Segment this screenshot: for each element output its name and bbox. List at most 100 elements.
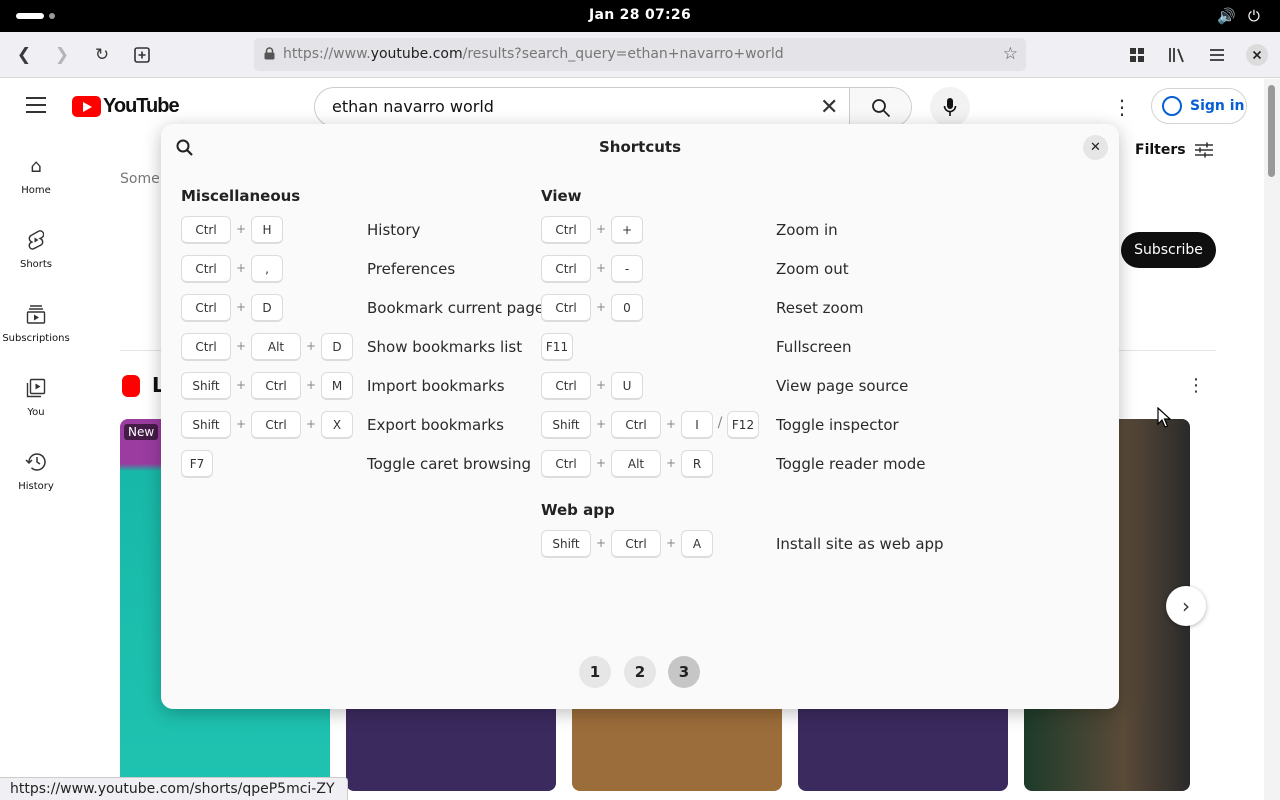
account-icon	[1162, 96, 1182, 116]
shortcut-description: Zoom in	[776, 221, 838, 239]
clear-search-icon[interactable]: ✕	[820, 95, 838, 120]
page-button-1[interactable]: 1	[579, 656, 611, 688]
reload-button[interactable]: ↻	[88, 41, 116, 69]
key-plus-separator: +	[236, 222, 247, 236]
guide-sidebar: ⌂ Home Shorts Subscriptions You History	[0, 149, 72, 519]
key-plus-separator: +	[236, 339, 247, 353]
history-icon	[25, 451, 47, 473]
shortcut-description: View page source	[776, 377, 909, 395]
power-icon[interactable]: ⏻	[1248, 7, 1260, 25]
youtube-search-box[interactable]: ethan navarro world ✕	[314, 87, 912, 127]
system-top-bar: Jan 28 07:26 🔊 ⏻	[0, 0, 1280, 32]
shortcut-description: Reset zoom	[776, 299, 864, 317]
keycap: Ctrl	[251, 372, 301, 400]
guide-item-home[interactable]: ⌂ Home	[0, 149, 72, 223]
shelf-kebab-icon[interactable]: ⋮	[1187, 375, 1205, 396]
key-plus-separator: +	[666, 456, 677, 470]
keycap: U	[611, 372, 643, 400]
shortcut-row: Ctrl + + Zoom in	[541, 216, 1036, 244]
guide-menu-icon[interactable]	[26, 97, 46, 118]
microphone-icon	[943, 98, 957, 116]
keycap: Alt	[251, 333, 301, 361]
keycap: Shift	[181, 372, 231, 400]
section-heading-misc: Miscellaneous	[181, 187, 301, 205]
short-thumbnail[interactable]	[798, 699, 1008, 791]
page-button-3[interactable]: 3	[668, 656, 700, 688]
guide-item-history[interactable]: History	[0, 445, 72, 519]
sign-in-button[interactable]: Sign in	[1151, 88, 1247, 124]
keycap: Ctrl	[541, 294, 591, 322]
keycap: A	[681, 530, 713, 558]
settings-kebab-icon[interactable]: ⋮	[1112, 97, 1132, 117]
guide-item-subscriptions[interactable]: Subscriptions	[0, 297, 72, 371]
shortcuts-dialog: Shortcuts ✕ Miscellaneous View Web app C…	[161, 124, 1119, 709]
keycap: Ctrl	[181, 216, 231, 244]
lock-icon	[264, 47, 275, 60]
filters-button[interactable]: Filters	[1135, 141, 1214, 159]
shortcut-row: Ctrl + U View page source	[541, 372, 1036, 400]
keycap: D	[251, 294, 283, 322]
keycap: R	[681, 450, 713, 478]
keycap: Alt	[611, 450, 661, 478]
youtube-logo[interactable]: YouTube	[72, 95, 180, 118]
keycap: M	[321, 372, 353, 400]
menu-icon[interactable]	[1203, 41, 1231, 69]
keycap: Shift	[541, 411, 591, 439]
filters-icon	[1194, 142, 1213, 158]
address-bar[interactable]: https://www.youtube.com/results?search_q…	[254, 38, 1026, 71]
youtube-search-button[interactable]	[849, 88, 911, 126]
key-plus-separator: +	[306, 378, 317, 392]
search-icon	[871, 99, 890, 118]
key-plus-separator: +	[306, 339, 317, 353]
keycap: Ctrl	[541, 450, 591, 478]
keycap: Ctrl	[541, 372, 591, 400]
page-scrollbar[interactable]	[1264, 79, 1280, 800]
guide-item-shorts[interactable]: Shorts	[0, 223, 72, 297]
new-tab-icon[interactable]	[128, 41, 156, 69]
keycap: Shift	[181, 411, 231, 439]
link-status-bar: https://www.youtube.com/shorts/qpeP5mci-…	[0, 777, 348, 800]
shelf-next-button[interactable]: ›	[1166, 586, 1206, 626]
guide-item-you[interactable]: You	[0, 371, 72, 445]
keycap: Ctrl	[251, 411, 301, 439]
keycap: Ctrl	[541, 255, 591, 283]
key-plus-separator: +	[596, 378, 607, 392]
keycap: Ctrl	[541, 216, 591, 244]
youtube-play-icon	[72, 96, 101, 117]
subscribe-button[interactable]: Subscribe	[1121, 232, 1216, 268]
bookmark-star-icon[interactable]: ☆	[1003, 44, 1018, 64]
key-plus-separator: +	[596, 300, 607, 314]
keycap: F11	[541, 333, 573, 361]
forward-button[interactable]: ❯	[48, 41, 76, 69]
section-heading-webapp: Web app	[541, 501, 615, 519]
shortcut-description: Export bookmarks	[367, 416, 504, 434]
youtube-search-input[interactable]: ethan navarro world	[332, 97, 494, 116]
keycap: Ctrl	[181, 333, 231, 361]
keycap: ,	[251, 255, 283, 283]
subscriptions-icon	[25, 303, 47, 325]
short-thumbnail[interactable]	[346, 699, 556, 791]
key-plus-separator: +	[596, 456, 607, 470]
voice-search-button[interactable]	[930, 87, 970, 127]
keycap: Shift	[541, 530, 591, 558]
short-thumbnail[interactable]	[572, 699, 782, 791]
library-icon[interactable]	[1163, 41, 1191, 69]
back-button[interactable]: ❮	[10, 41, 38, 69]
key-plus-separator: +	[666, 536, 677, 550]
window-close-button[interactable]	[1243, 41, 1271, 69]
shortcut-description: Install site as web app	[776, 535, 944, 553]
keycap: H	[251, 216, 283, 244]
dialog-title: Shortcuts	[598, 138, 682, 156]
key-plus-separator: +	[596, 417, 607, 431]
shortcut-description: Zoom out	[776, 260, 849, 278]
shortcut-row: Shift + Ctrl + A Install site as web app	[541, 530, 1036, 558]
shortcut-description: Show bookmarks list	[367, 338, 523, 356]
shortcut-description: Toggle inspector	[776, 416, 899, 434]
volume-icon[interactable]: 🔊	[1217, 7, 1236, 25]
dialog-close-button[interactable]: ✕	[1083, 135, 1108, 160]
system-clock[interactable]: Jan 28 07:26	[0, 7, 1280, 23]
page-button-2[interactable]: 2	[624, 656, 656, 688]
scrollbar-thumb[interactable]	[1268, 85, 1275, 177]
browser-toolbar: ❮ ❯ ↻ https://www.youtube.com/results?se…	[0, 32, 1280, 78]
extensions-icon[interactable]	[1123, 41, 1151, 69]
